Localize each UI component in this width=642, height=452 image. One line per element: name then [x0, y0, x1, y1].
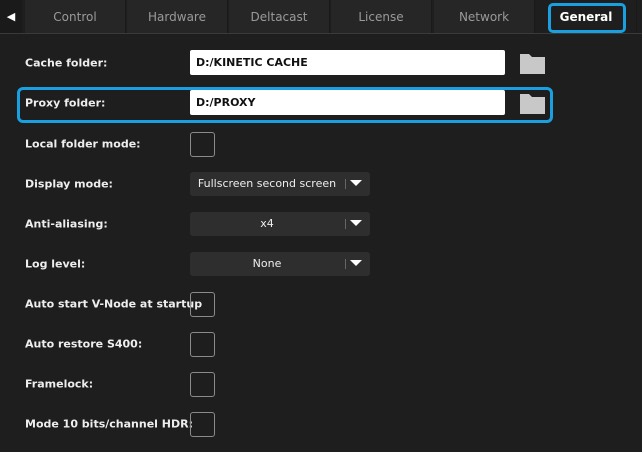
- auto-start-label: Auto start V-Node at startup: [25, 297, 203, 311]
- tab-general[interactable]: General: [536, 0, 637, 33]
- tab-network[interactable]: Network: [434, 0, 535, 33]
- chevron-down-icon: [350, 260, 362, 266]
- display-mode-row: Display mode: Fullscreen second screen: [0, 169, 642, 199]
- dropdown-value: Fullscreen second screen: [197, 177, 337, 190]
- auto-restore-row: Auto restore S400:: [0, 329, 642, 359]
- dropdown-value: x4: [260, 217, 274, 230]
- chevron-down-icon: [350, 220, 362, 226]
- divider: [345, 179, 346, 189]
- mode10-label: Mode 10 bits/channel HDR:: [25, 417, 193, 431]
- auto-start-row: Auto start V-Node at startup: [0, 289, 642, 319]
- cache-folder-row: Cache folder: D:/KINETIC CACHE: [0, 48, 642, 78]
- framelock-row: Framelock:: [0, 369, 642, 399]
- auto-restore-label: Auto restore S400:: [25, 337, 143, 351]
- proxy-folder-label: Proxy folder:: [25, 96, 106, 110]
- divider: [345, 219, 346, 229]
- auto-restore-checkbox[interactable]: [190, 332, 215, 357]
- proxy-folder-row: Proxy folder: D:/PROXY: [0, 88, 642, 118]
- local-folder-mode-checkbox[interactable]: [190, 132, 215, 157]
- tab-deltacast[interactable]: Deltacast: [229, 0, 330, 33]
- scroll-tabs-left-button[interactable]: ◀: [0, 0, 22, 33]
- log-level-row: Log level: None: [0, 249, 642, 279]
- auto-start-checkbox[interactable]: [190, 292, 215, 317]
- tab-control[interactable]: Control: [25, 0, 126, 33]
- focus-ring: [548, 3, 626, 33]
- tab-bar: ◀ Control Hardware Deltacast License Net…: [0, 0, 642, 34]
- log-level-dropdown[interactable]: None: [190, 252, 370, 276]
- divider: [345, 259, 346, 269]
- framelock-label: Framelock:: [25, 377, 94, 391]
- anti-aliasing-dropdown[interactable]: x4: [190, 212, 370, 236]
- anti-aliasing-row: Anti-aliasing: x4: [0, 209, 642, 239]
- tab-label: Network: [458, 9, 510, 24]
- tab-label: Deltacast: [250, 9, 308, 24]
- tab-label: Control: [53, 9, 97, 24]
- tab-license[interactable]: License: [331, 0, 432, 33]
- local-folder-mode-row: Local folder mode:: [0, 129, 642, 159]
- dropdown-value: None: [252, 257, 282, 270]
- log-level-label: Log level:: [25, 257, 86, 271]
- mode10-checkbox[interactable]: [190, 412, 215, 437]
- tab-label: Hardware: [148, 9, 206, 24]
- triangle-left-icon: ◀: [6, 10, 16, 23]
- framelock-checkbox[interactable]: [190, 372, 215, 397]
- display-mode-dropdown[interactable]: Fullscreen second screen: [190, 172, 370, 196]
- tab-label: License: [358, 9, 404, 24]
- tab-hardware[interactable]: Hardware: [127, 0, 228, 33]
- folder-icon[interactable]: [520, 54, 545, 74]
- cache-folder-input[interactable]: D:/KINETIC CACHE: [190, 50, 505, 75]
- local-folder-mode-label: Local folder mode:: [25, 137, 141, 151]
- folder-icon[interactable]: [520, 94, 545, 114]
- display-mode-label: Display mode:: [25, 177, 113, 191]
- mode10-row: Mode 10 bits/channel HDR:: [0, 409, 642, 439]
- anti-aliasing-label: Anti-aliasing:: [25, 217, 108, 231]
- chevron-down-icon: [350, 180, 362, 186]
- proxy-folder-input[interactable]: D:/PROXY: [190, 90, 505, 115]
- cache-folder-label: Cache folder:: [25, 56, 108, 70]
